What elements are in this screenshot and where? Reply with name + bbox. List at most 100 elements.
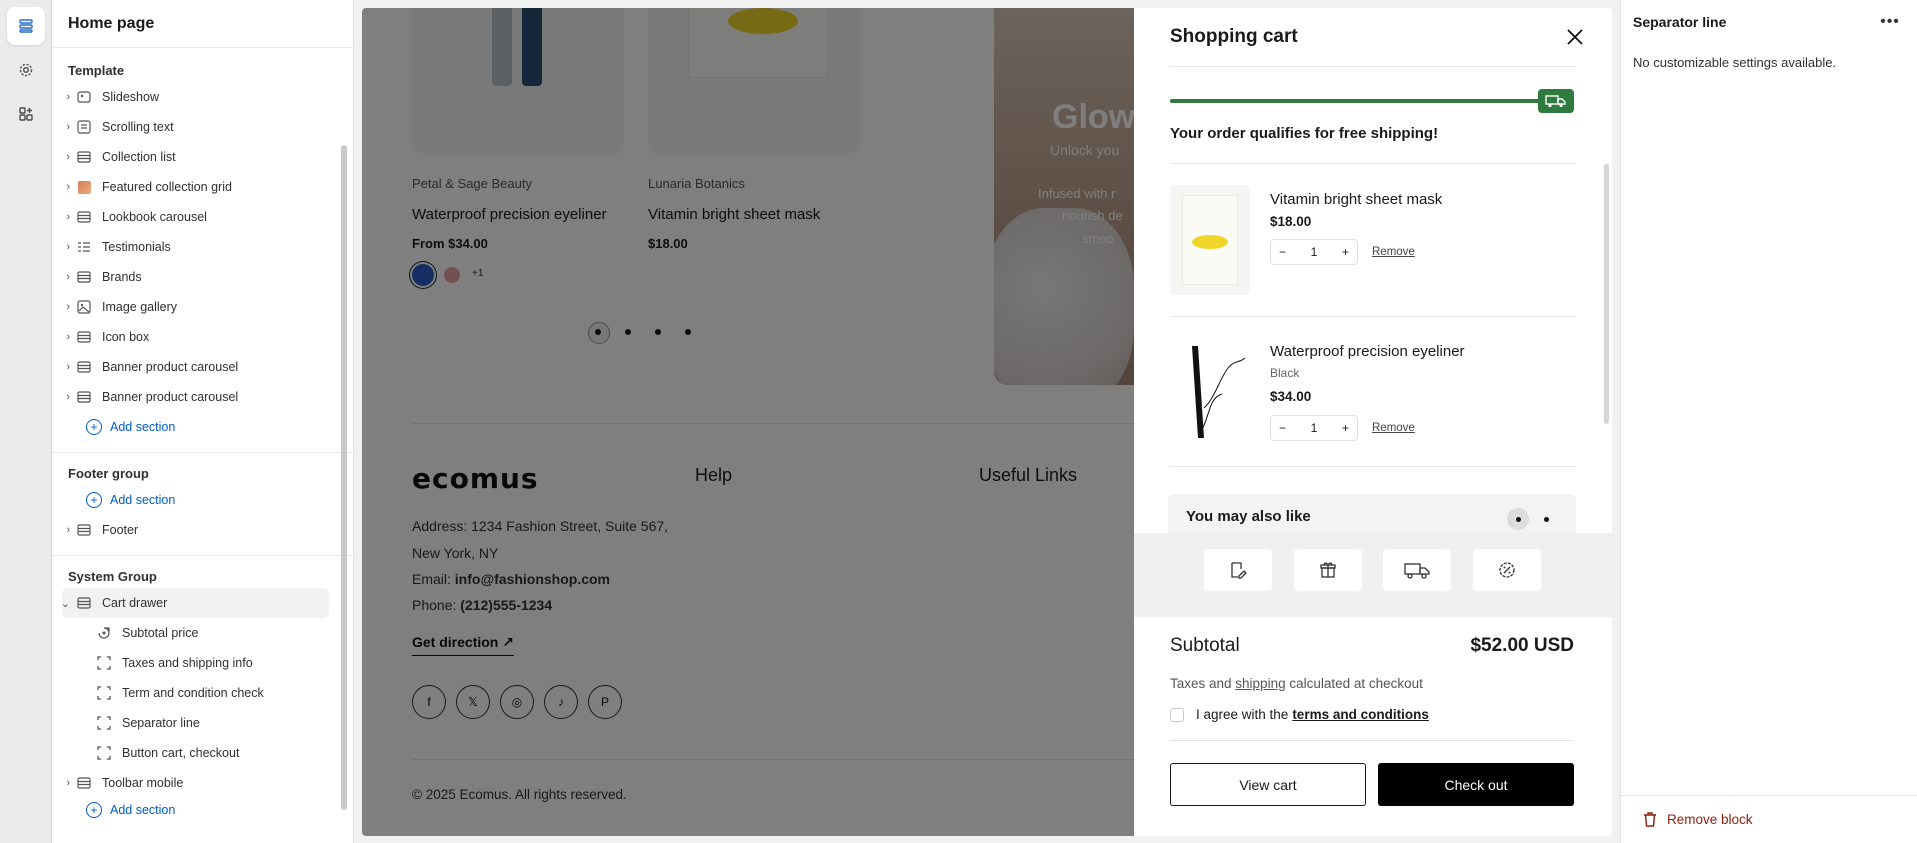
view-cart-button[interactable]: View cart xyxy=(1170,763,1366,806)
checkout-button[interactable]: Check out xyxy=(1378,763,1574,806)
add-section-template[interactable]: + Add section xyxy=(52,412,353,442)
sidebar-item-footer[interactable]: › Footer xyxy=(52,515,353,545)
sidebar-item[interactable]: › Lookbook carousel xyxy=(52,202,353,232)
more-options-icon[interactable]: ••• xyxy=(1876,10,1904,34)
cart-item-image[interactable] xyxy=(1170,338,1250,448)
chevron-right-icon: › xyxy=(66,301,70,313)
sidebar-item-cart-drawer[interactable]: ⌄ Cart drawer xyxy=(60,588,329,618)
sidebar-item-label: Image gallery xyxy=(102,300,178,314)
carousel-dot[interactable] xyxy=(1507,508,1529,530)
remove-link[interactable]: Remove xyxy=(1372,422,1415,434)
section-icon xyxy=(74,359,94,375)
cart-tools xyxy=(1134,533,1612,617)
terms-checkbox[interactable] xyxy=(1170,707,1184,722)
truck-icon[interactable] xyxy=(1383,549,1451,591)
sidebar-scrollbar[interactable] xyxy=(341,145,347,810)
sidebar-item[interactable]: › Brands xyxy=(52,262,353,292)
add-section-footer[interactable]: + Add section xyxy=(52,485,353,515)
shipping-link[interactable]: shipping xyxy=(1235,676,1285,691)
sidebar-item[interactable]: › Banner product carousel xyxy=(52,382,353,412)
section-icon xyxy=(74,775,94,791)
plus-icon[interactable]: + xyxy=(1342,245,1349,259)
sections-icon[interactable] xyxy=(7,7,45,45)
sidebar-item-toolbar-mobile[interactable]: › Toolbar mobile xyxy=(52,768,353,798)
testimonials-icon xyxy=(74,239,94,255)
sidebar-item[interactable]: › Image gallery xyxy=(52,292,353,322)
block-icon xyxy=(94,715,114,731)
section-icon xyxy=(74,389,94,405)
text-icon xyxy=(74,119,94,135)
sidebar-item-label: Separator line xyxy=(122,716,200,730)
product-thumbnail-icon xyxy=(74,179,94,195)
remove-link[interactable]: Remove xyxy=(1372,246,1415,258)
chevron-right-icon: › xyxy=(66,151,70,163)
slideshow-icon xyxy=(74,89,94,105)
sidebar-item-label: Brands xyxy=(102,270,142,284)
icon-rail xyxy=(0,0,52,843)
sidebar-item-separator-line[interactable]: Separator line xyxy=(82,708,329,738)
recommendations-title: You may also like xyxy=(1186,508,1311,525)
cart-item-price: $18.00 xyxy=(1270,214,1312,229)
sidebar-item-label: Collection list xyxy=(102,150,176,164)
add-section-system[interactable]: + Add section xyxy=(52,798,353,822)
sidebar-item[interactable]: › Icon box xyxy=(52,322,353,352)
sidebar-item-label: Testimonials xyxy=(102,240,171,254)
chevron-right-icon: › xyxy=(66,361,70,373)
free-shipping-message: Your order qualifies for free shipping! xyxy=(1170,125,1439,142)
close-icon[interactable] xyxy=(1564,26,1586,48)
separator-line-highlight[interactable] xyxy=(1148,725,1594,757)
cart-item-name[interactable]: Waterproof precision eyeliner xyxy=(1270,343,1465,360)
plus-icon[interactable]: + xyxy=(1342,421,1349,435)
sidebar-item[interactable]: › Featured collection grid xyxy=(52,172,353,202)
sidebar-item[interactable]: › Banner product carousel xyxy=(52,352,353,382)
overlay-dim[interactable] xyxy=(362,8,1134,836)
sidebar-item[interactable]: › Scrolling text xyxy=(52,112,353,142)
settings-empty-message: No customizable settings available. xyxy=(1633,55,1837,70)
chevron-right-icon: › xyxy=(66,271,70,283)
section-icon xyxy=(74,149,94,165)
template-group-title: Template xyxy=(68,63,125,78)
settings-title: Separator line xyxy=(1633,14,1727,30)
chevron-down-icon: ⌄ xyxy=(60,597,70,610)
section-icon xyxy=(74,595,94,611)
quantity-stepper: − 1 + xyxy=(1270,239,1358,265)
quantity-value[interactable]: 1 xyxy=(1311,245,1318,259)
cart-title: Shopping cart xyxy=(1170,26,1298,47)
cart-item-image[interactable] xyxy=(1170,185,1250,295)
gift-icon[interactable] xyxy=(1294,549,1362,591)
storefront-preview: Petal & Sage Beauty Waterproof precision… xyxy=(362,8,1612,836)
remove-block-button[interactable]: Remove block xyxy=(1643,812,1753,827)
page-title: Home page xyxy=(52,0,353,48)
truck-icon xyxy=(1538,89,1574,113)
sidebar-child-item[interactable]: Button cart, checkout xyxy=(52,738,353,768)
cart-item-name[interactable]: Vitamin bright sheet mask xyxy=(1270,191,1442,208)
subtotal-value: $52.00 USD xyxy=(1470,635,1574,656)
drawer-scrollbar[interactable] xyxy=(1604,164,1609,424)
apps-icon[interactable] xyxy=(7,95,45,133)
plus-circle-icon: + xyxy=(86,419,102,435)
sidebar-item[interactable]: › Slideshow xyxy=(52,82,353,112)
note-icon[interactable] xyxy=(1204,549,1272,591)
sidebar-child-item[interactable]: Taxes and shipping info xyxy=(52,648,353,678)
section-icon xyxy=(74,522,94,538)
sidebar-child-item[interactable]: Term and condition check xyxy=(52,678,353,708)
quantity-value[interactable]: 1 xyxy=(1311,421,1318,435)
gear-icon[interactable] xyxy=(7,51,45,89)
sidebar-item-label: Banner product carousel xyxy=(102,390,239,404)
price-tag-icon xyxy=(94,625,114,641)
carousel-dot[interactable] xyxy=(1544,517,1549,522)
sidebar-item-label: Subtotal price xyxy=(122,626,199,640)
minus-icon[interactable]: − xyxy=(1279,245,1286,259)
sidebar-item-label: Featured collection grid xyxy=(102,180,232,194)
discount-icon[interactable] xyxy=(1473,549,1541,591)
sidebar-child-item[interactable]: Subtotal price xyxy=(52,618,353,648)
minus-icon[interactable]: − xyxy=(1279,421,1286,435)
section-icon xyxy=(74,209,94,225)
sidebar-item-label: Button cart, checkout xyxy=(122,746,240,760)
trash-icon xyxy=(1643,812,1657,827)
sidebar-item[interactable]: › Collection list xyxy=(52,142,353,172)
sidebar-item[interactable]: › Testimonials xyxy=(52,232,353,262)
chevron-right-icon: › xyxy=(66,91,70,103)
terms-link[interactable]: terms and conditions xyxy=(1292,707,1429,722)
footer-group-title: Footer group xyxy=(68,466,149,481)
